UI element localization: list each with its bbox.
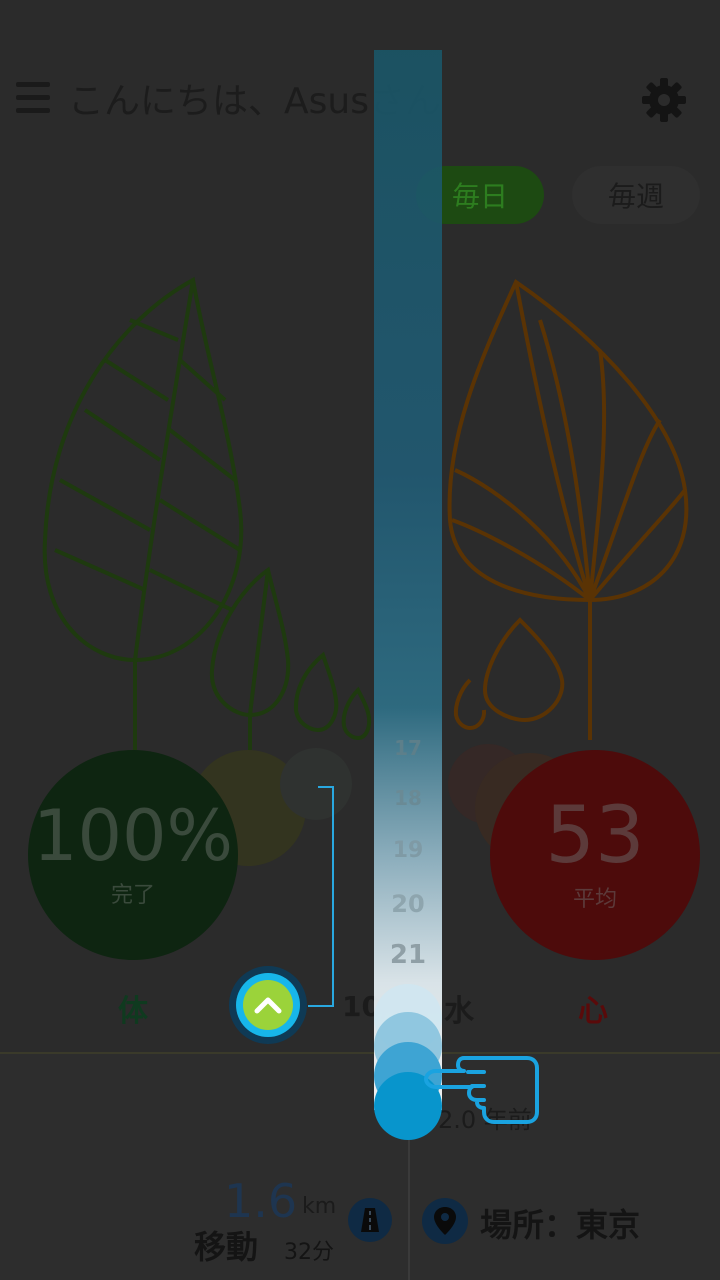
location-button[interactable] bbox=[422, 1198, 468, 1244]
road-button[interactable] bbox=[348, 1198, 392, 1242]
tab-weekly[interactable]: 毎週 bbox=[572, 166, 700, 224]
location-label: 場所：東京 bbox=[480, 1206, 641, 1244]
heart-average-value: 53 bbox=[545, 791, 645, 881]
heart-average-circle[interactable]: 53 平均 bbox=[490, 750, 700, 960]
body-progress-value: 100% bbox=[32, 795, 234, 877]
menu-button[interactable] bbox=[16, 82, 50, 121]
settings-button[interactable] bbox=[640, 76, 688, 124]
distance-value: 1.6 bbox=[224, 1174, 298, 1228]
move-duration: 32分 bbox=[284, 1240, 334, 1265]
location-pin-icon bbox=[434, 1207, 456, 1235]
timeline-tick: 17 bbox=[394, 736, 422, 760]
hand-pointer-icon bbox=[424, 1056, 539, 1124]
timeline-tick: 19 bbox=[392, 838, 424, 863]
panel-divider bbox=[408, 1140, 410, 1280]
timeline-tick: 21 bbox=[389, 940, 427, 970]
activity-panel bbox=[0, 1054, 720, 1280]
timeline-tick: 18 bbox=[394, 786, 422, 810]
hamburger-icon-bar bbox=[16, 108, 50, 113]
hamburger-icon bbox=[16, 82, 50, 87]
heart-label: 心 bbox=[578, 994, 608, 1029]
heart-average-caption: 平均 bbox=[572, 887, 617, 912]
distance-unit: km bbox=[302, 1194, 337, 1219]
body-progress-caption: 完了 bbox=[110, 883, 155, 908]
weekday-label: 水 bbox=[444, 994, 474, 1029]
road-icon bbox=[361, 1208, 379, 1232]
move-label: 移動 bbox=[194, 1228, 259, 1266]
body-label: 体 bbox=[118, 994, 148, 1029]
hamburger-icon-bar bbox=[16, 95, 50, 100]
gear-icon bbox=[642, 78, 686, 122]
body-progress-circle[interactable]: 100% 完了 bbox=[28, 750, 238, 960]
connector-line bbox=[308, 786, 334, 1007]
timeline-tick: 20 bbox=[391, 890, 425, 918]
scroll-up-button[interactable] bbox=[229, 966, 307, 1044]
chevron-up-icon bbox=[254, 997, 282, 1014]
